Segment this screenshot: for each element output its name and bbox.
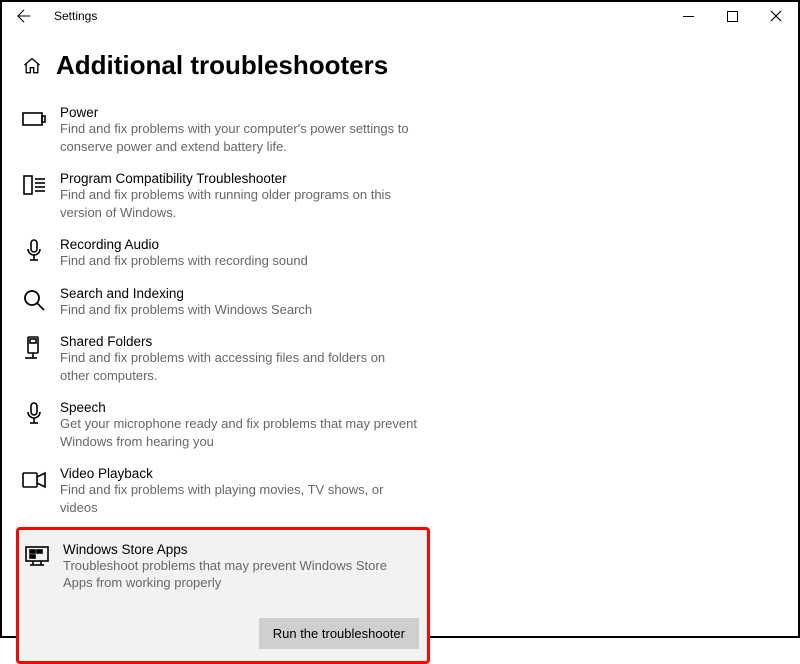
item-label: Windows Store Apps [63,542,419,557]
item-desc: Find and fix problems with playing movie… [60,481,424,516]
video-icon [22,468,46,492]
troubleshooter-shared-folders[interactable]: Shared Folders Find and fix problems wit… [22,328,432,394]
item-label: Recording Audio [60,237,424,252]
run-row: Run the troubleshooter [63,618,419,649]
close-button[interactable] [754,2,798,30]
troubleshooter-speech[interactable]: Speech Get your microphone ready and fix… [22,394,432,460]
troubleshooter-power[interactable]: Power Find and fix problems with your co… [22,99,432,165]
window-controls [666,2,798,30]
item-desc: Find and fix problems with accessing fil… [60,349,424,384]
page-heading: Additional troubleshooters [56,50,388,81]
close-icon [770,10,782,22]
item-label: Video Playback [60,466,424,481]
item-label: Power [60,105,424,120]
troubleshooter-list: Power Find and fix problems with your co… [22,99,432,664]
item-desc: Find and fix problems with Windows Searc… [60,301,424,319]
item-label: Program Compatibility Troubleshooter [60,171,424,186]
item-desc: Find and fix problems with running older… [60,186,424,221]
item-desc: Get your microphone ready and fix proble… [60,415,424,450]
content: Additional troubleshooters Power Find an… [2,30,798,664]
item-desc: Find and fix problems with your computer… [60,120,424,155]
arrow-left-icon [17,9,31,23]
item-desc: Troubleshoot problems that may prevent W… [63,557,419,592]
troubleshooter-video-playback[interactable]: Video Playback Find and fix problems wit… [22,460,432,526]
home-icon[interactable] [22,56,42,76]
troubleshooter-program-compat[interactable]: Program Compatibility Troubleshooter Fin… [22,165,432,231]
store-apps-icon [25,544,49,568]
troubleshooter-recording-audio[interactable]: Recording Audio Find and fix problems wi… [22,231,432,280]
power-icon [22,107,46,131]
troubleshooter-windows-store-apps[interactable]: Windows Store Apps Troubleshoot problems… [16,527,430,664]
minimize-button[interactable] [666,2,710,30]
shared-folders-icon [22,336,46,360]
program-compat-icon [22,173,46,197]
maximize-button[interactable] [710,2,754,30]
item-label: Speech [60,400,424,415]
item-label: Search and Indexing [60,286,424,301]
speech-icon [22,402,46,426]
run-troubleshooter-button[interactable]: Run the troubleshooter [259,618,419,649]
troubleshooter-search-indexing[interactable]: Search and Indexing Find and fix problem… [22,280,432,329]
microphone-icon [22,239,46,263]
minimize-icon [683,11,694,22]
content-header: Additional troubleshooters [22,50,798,81]
back-button[interactable] [10,9,38,23]
item-label: Shared Folders [60,334,424,349]
search-icon [22,288,46,312]
maximize-icon [727,11,738,22]
item-desc: Find and fix problems with recording sou… [60,252,424,270]
titlebar: Settings [2,2,798,30]
window-title: Settings [38,9,97,23]
